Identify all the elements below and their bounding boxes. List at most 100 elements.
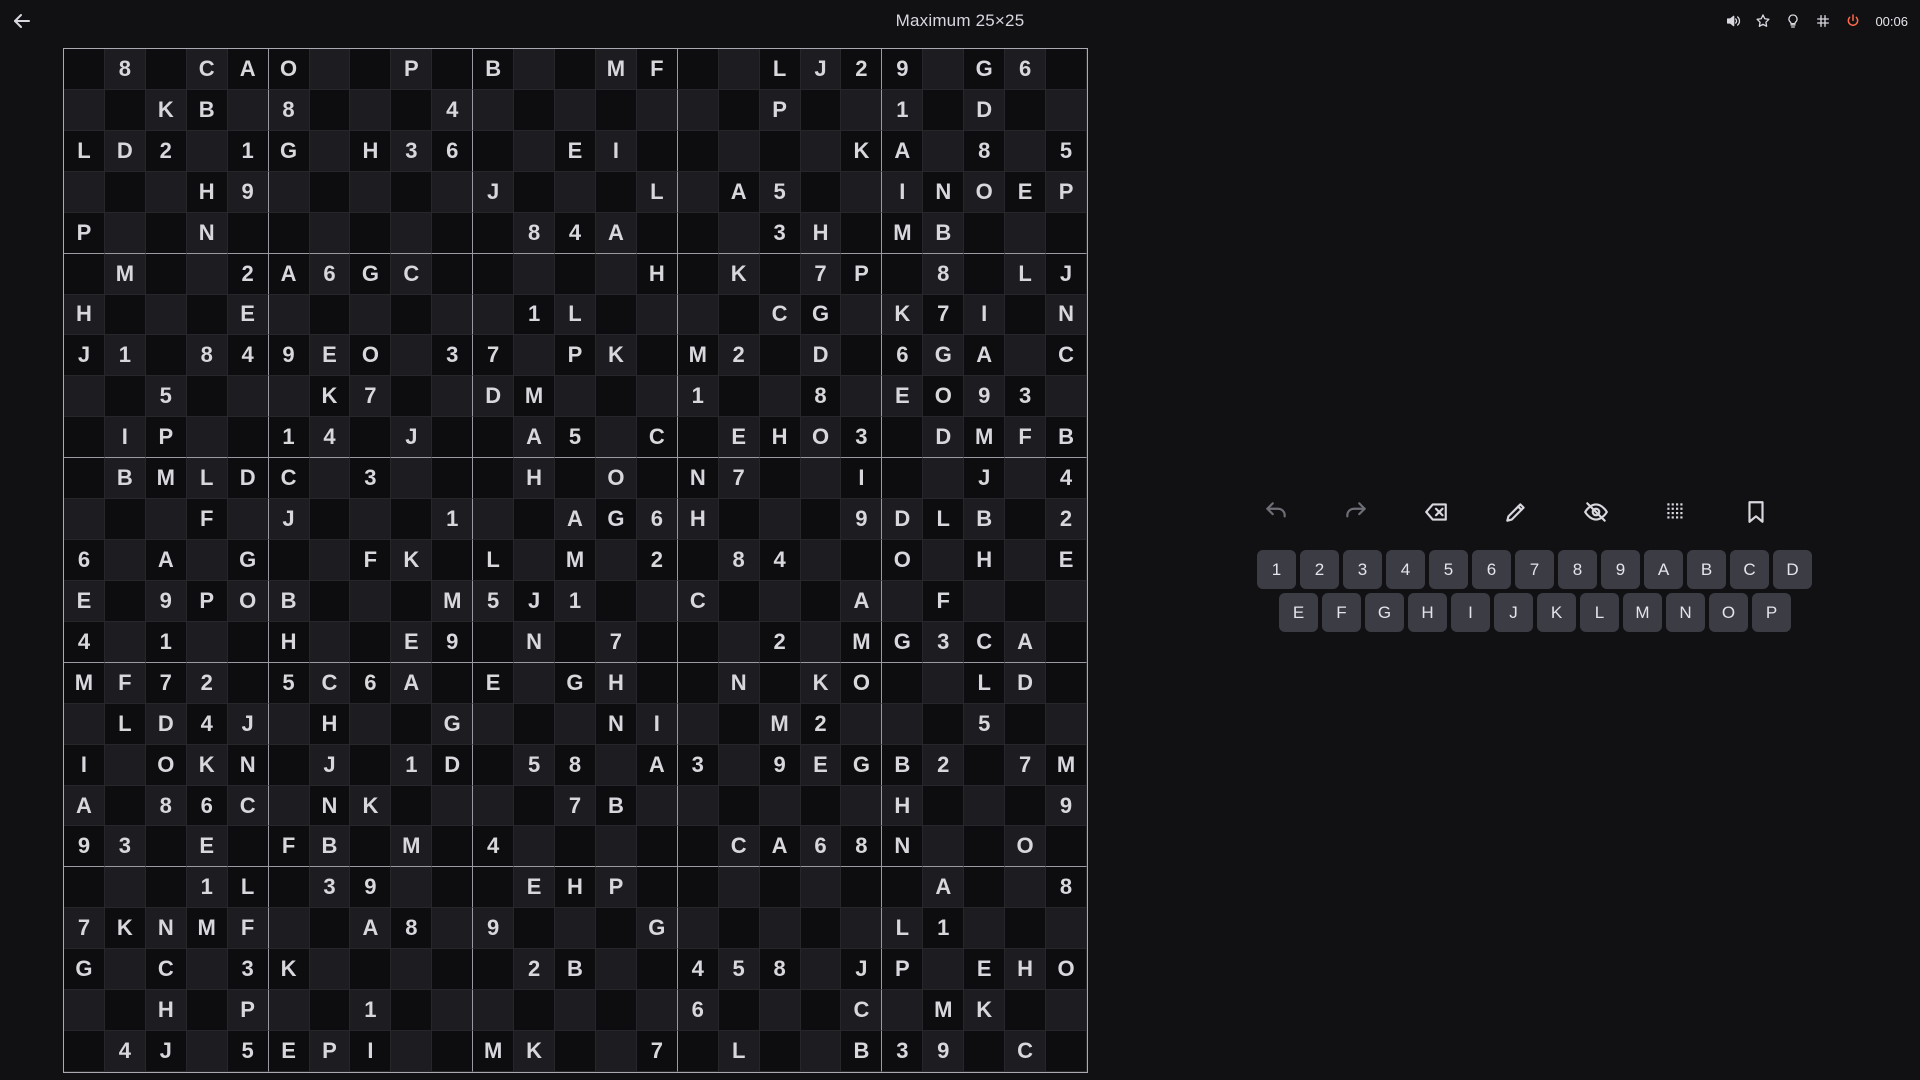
board-cell[interactable] <box>391 949 433 991</box>
board-cell[interactable] <box>923 49 965 90</box>
board-cell[interactable] <box>555 89 596 131</box>
board-cell[interactable]: 4 <box>555 212 596 254</box>
board-cell[interactable] <box>595 171 637 213</box>
board-cell[interactable]: O <box>800 417 842 459</box>
keypad-key[interactable]: 1 <box>1257 550 1296 589</box>
board-cell[interactable]: E <box>268 1031 310 1072</box>
board-cell[interactable] <box>268 744 310 786</box>
board-cell[interactable] <box>64 499 105 541</box>
board-cell[interactable] <box>473 212 515 254</box>
board-cell[interactable]: H <box>677 499 719 541</box>
board-cell[interactable] <box>64 990 105 1032</box>
board-cell[interactable] <box>677 867 719 909</box>
board-cell[interactable]: D <box>432 744 474 786</box>
board-cell[interactable] <box>473 785 515 827</box>
board-cell[interactable]: 8 <box>514 212 556 254</box>
board-cell[interactable] <box>268 703 310 745</box>
board-cell[interactable] <box>391 580 433 622</box>
board-cell[interactable]: N <box>677 458 719 500</box>
board-cell[interactable] <box>964 253 1006 295</box>
board-cell[interactable]: 2 <box>514 949 556 991</box>
board-cell[interactable]: N <box>882 826 924 868</box>
board-cell[interactable]: D <box>923 417 965 459</box>
board-cell[interactable]: E <box>882 376 924 418</box>
board-cell[interactable] <box>1046 990 1087 1032</box>
board-cell[interactable]: 3 <box>309 867 351 909</box>
board-cell[interactable]: O <box>1046 949 1087 991</box>
board-cell[interactable]: 8 <box>268 89 310 131</box>
keypad-key[interactable]: B <box>1687 550 1726 589</box>
board-cell[interactable] <box>432 867 474 909</box>
board-cell[interactable]: 7 <box>1005 744 1047 786</box>
board-cell[interactable]: 3 <box>677 744 719 786</box>
board-cell[interactable]: P <box>595 867 637 909</box>
board-cell[interactable] <box>1046 49 1087 90</box>
board-cell[interactable] <box>595 89 637 131</box>
board-cell[interactable]: M <box>923 990 965 1032</box>
board-cell[interactable]: 8 <box>841 826 883 868</box>
board-cell[interactable] <box>841 703 883 745</box>
board-cell[interactable]: K <box>882 294 924 336</box>
board-cell[interactable]: 4 <box>759 540 801 581</box>
board-cell[interactable]: 1 <box>268 417 310 459</box>
board-cell[interactable] <box>145 49 187 90</box>
board-cell[interactable] <box>350 417 392 459</box>
board-cell[interactable] <box>432 253 474 295</box>
board-cell[interactable]: A <box>964 335 1006 377</box>
board-cell[interactable]: N <box>227 744 269 786</box>
board-cell[interactable] <box>350 294 392 336</box>
board-cell[interactable]: O <box>841 662 883 704</box>
board-cell[interactable] <box>514 703 556 745</box>
board-cell[interactable]: F <box>268 826 310 868</box>
board-cell[interactable] <box>555 990 596 1032</box>
board-cell[interactable]: H <box>800 212 842 254</box>
board-cell[interactable] <box>309 908 351 950</box>
board-cell[interactable] <box>391 458 433 500</box>
board-cell[interactable]: G <box>595 499 637 541</box>
board-cell[interactable] <box>186 1031 228 1072</box>
board-cell[interactable] <box>104 621 146 663</box>
keypad-key[interactable]: F <box>1322 593 1361 632</box>
board-cell[interactable] <box>309 458 351 500</box>
board-cell[interactable] <box>923 949 965 991</box>
board-cell[interactable] <box>555 826 596 868</box>
board-cell[interactable] <box>391 703 433 745</box>
board-cell[interactable] <box>514 335 556 377</box>
board-cell[interactable] <box>759 458 801 500</box>
bookmark-button[interactable] <box>1736 492 1776 532</box>
board-cell[interactable] <box>268 212 310 254</box>
board-cell[interactable] <box>104 376 146 418</box>
board-cell[interactable]: 1 <box>555 580 596 622</box>
board-cell[interactable] <box>473 744 515 786</box>
board-cell[interactable]: B <box>104 458 146 500</box>
board-cell[interactable]: 2 <box>186 662 228 704</box>
keypad-key[interactable]: D <box>1773 550 1812 589</box>
board-cell[interactable] <box>145 171 187 213</box>
board-cell[interactable] <box>268 376 310 418</box>
board-cell[interactable] <box>882 703 924 745</box>
board-cell[interactable] <box>514 662 556 704</box>
board-cell[interactable] <box>473 621 515 663</box>
board-cell[interactable]: 3 <box>391 130 433 172</box>
board-cell[interactable]: 6 <box>350 662 392 704</box>
board-cell[interactable]: 1 <box>350 990 392 1032</box>
dotted-grid-button[interactable] <box>1656 492 1696 532</box>
board-cell[interactable]: G <box>964 49 1006 90</box>
board-cell[interactable] <box>145 335 187 377</box>
board-cell[interactable] <box>186 130 228 172</box>
board-cell[interactable] <box>636 621 678 663</box>
board-cell[interactable] <box>841 867 883 909</box>
board-cell[interactable]: O <box>882 540 924 581</box>
board-cell[interactable] <box>841 908 883 950</box>
board-cell[interactable]: N <box>923 171 965 213</box>
board-cell[interactable] <box>800 130 842 172</box>
board-cell[interactable]: 6 <box>882 335 924 377</box>
board-cell[interactable]: 4 <box>1046 458 1087 500</box>
board-cell[interactable]: 1 <box>432 499 474 541</box>
board-cell[interactable]: L <box>636 171 678 213</box>
board-cell[interactable]: M <box>964 417 1006 459</box>
board-cell[interactable]: L <box>718 1031 760 1072</box>
board-cell[interactable] <box>636 990 678 1032</box>
board-cell[interactable] <box>104 171 146 213</box>
board-cell[interactable] <box>64 253 105 295</box>
